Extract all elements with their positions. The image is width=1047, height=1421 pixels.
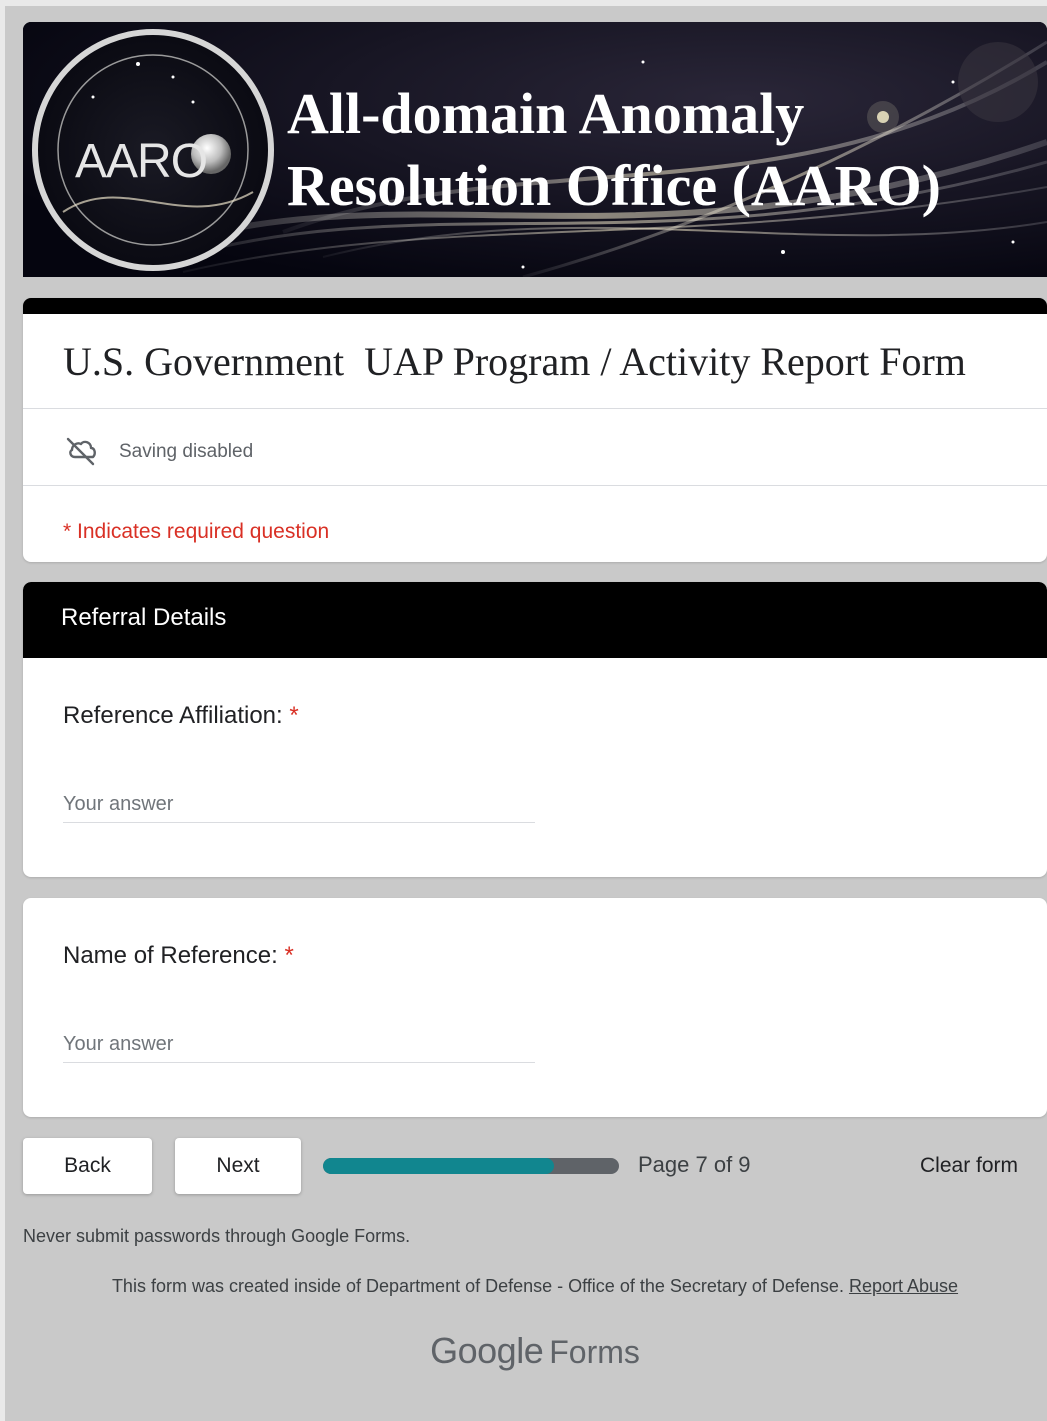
page-edge-top	[0, 0, 1047, 6]
forms-wordmark: Forms	[549, 1334, 640, 1370]
cloud-off-icon	[66, 437, 96, 466]
form-header-card: U.S. Government UAP Program / Activity R…	[23, 298, 1047, 562]
saving-status-text: Saving disabled	[119, 441, 254, 462]
page-indicator: Page 7 of 9	[638, 1152, 751, 1177]
reference-affiliation-input[interactable]	[63, 786, 535, 823]
page-edge-left	[0, 0, 5, 1421]
saving-divider	[23, 485, 1047, 486]
aaro-seal-text: AARO	[75, 135, 208, 188]
banner-title-line1: All-domain Anomaly	[287, 81, 805, 146]
question-label-name-of-reference: Name of Reference: *	[63, 942, 294, 970]
banner-title: All-domain Anomaly Resolution Office (AA…	[287, 78, 941, 222]
password-warning: Never submit passwords through Google Fo…	[23, 1226, 411, 1246]
question-text: Reference Affiliation:	[63, 702, 283, 729]
name-of-reference-input[interactable]	[63, 1026, 535, 1063]
required-asterisk: *	[289, 702, 299, 729]
name-of-reference-card: Name of Reference: *	[23, 898, 1047, 1117]
google-wordmark: Google	[430, 1330, 544, 1371]
back-button[interactable]: Back	[23, 1138, 152, 1194]
question-text: Name of Reference:	[63, 942, 278, 969]
report-abuse-link[interactable]: Report Abuse	[849, 1276, 958, 1296]
next-button[interactable]: Next	[175, 1138, 301, 1194]
clear-form-button[interactable]: Clear form	[920, 1154, 1018, 1178]
saving-status-row: Saving disabled	[63, 432, 253, 472]
created-by-text: This form was created inside of Departme…	[111, 1276, 844, 1296]
google-forms-logo[interactable]: Google Forms	[0, 1330, 1047, 1372]
referral-details-section: Referral Details Reference Affiliation: …	[23, 582, 1047, 877]
required-question-note: * Indicates required question	[63, 520, 330, 543]
title-divider	[23, 408, 1047, 409]
question-label-reference-affiliation: Reference Affiliation: *	[63, 702, 299, 730]
form-title: U.S. Government UAP Program / Activity R…	[63, 339, 966, 384]
section-header: Referral Details	[23, 582, 1047, 658]
progress-bar	[323, 1158, 619, 1174]
progress-bar-fill	[323, 1158, 554, 1174]
banner-title-line2: Resolution Office (AARO)	[287, 153, 942, 218]
section-title: Referral Details	[61, 604, 227, 631]
header-banner: AARO All-domain Anomaly Resolution Offic…	[23, 22, 1047, 277]
form-created-notice: This form was created inside of Departme…	[0, 1276, 1047, 1297]
required-asterisk: *	[284, 942, 294, 969]
